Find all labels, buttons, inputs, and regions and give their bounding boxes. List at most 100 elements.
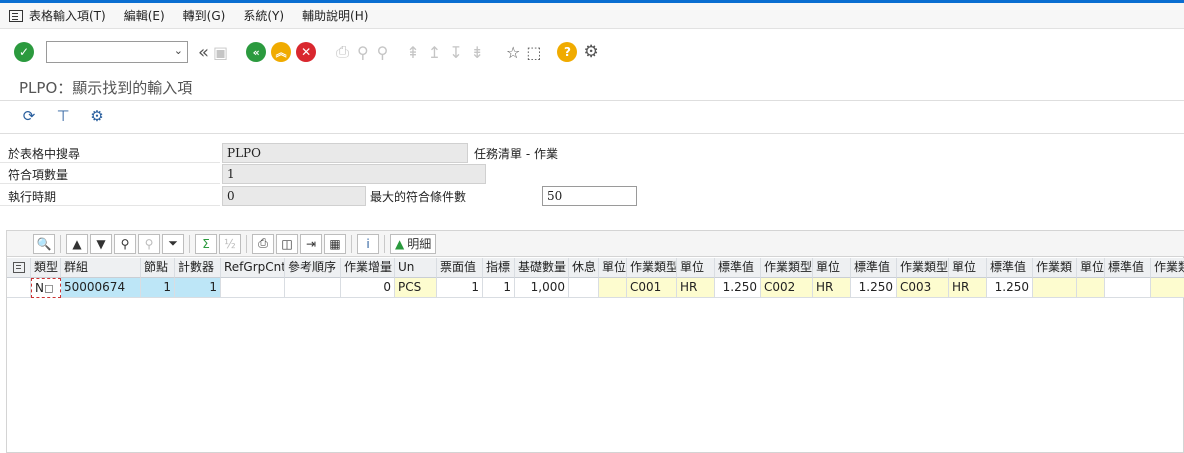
subtotal-icon[interactable]: ½: [219, 233, 241, 254]
form-row-runtime: 執行時期 0 最大的符合條件數 50: [0, 186, 1184, 206]
cancel-icon[interactable]: ✕: [296, 42, 317, 62]
column-header[interactable]: 標準值: [1105, 258, 1151, 278]
sort-descending-icon[interactable]: ▼: [90, 233, 112, 254]
standard-value-cell[interactable]: 1.250: [987, 278, 1033, 298]
unit-cell[interactable]: HR: [677, 278, 715, 298]
menu-table-entry[interactable]: 表格輸入項(T): [29, 7, 106, 24]
sort-ascending-icon[interactable]: ▲: [66, 233, 88, 254]
shortcut-icon[interactable]: ⬚: [526, 43, 541, 62]
command-field[interactable]: ⌄: [46, 41, 188, 63]
column-header[interactable]: RefGrpCntr: [221, 258, 285, 278]
print-icon[interactable]: ⎙: [336, 42, 349, 62]
column-header[interactable]: 節點: [141, 258, 175, 278]
menu-help[interactable]: 輔助說明(H): [302, 7, 368, 24]
column-header[interactable]: 指標: [483, 258, 515, 278]
exit-icon[interactable]: ︽: [271, 42, 292, 62]
column-header[interactable]: 票面值: [437, 258, 483, 278]
unit-cell[interactable]: HR: [949, 278, 987, 298]
details-icon[interactable]: 🔍: [33, 233, 55, 254]
standard-value-cell[interactable]: 1.250: [851, 278, 897, 298]
column-header[interactable]: 參考順序: [285, 258, 341, 278]
base-qty-cell[interactable]: 1,000: [515, 278, 569, 298]
column-header[interactable]: 單位: [677, 258, 715, 278]
column-header[interactable]: 基礎數量: [515, 258, 569, 278]
chevron-down-icon[interactable]: ⌄: [174, 44, 183, 57]
column-header[interactable]: 作業類: [1151, 258, 1184, 278]
node-cell[interactable]: 1: [141, 278, 175, 298]
group-cell[interactable]: 50000674: [61, 278, 141, 298]
settings-icon[interactable]: ⚙: [87, 106, 107, 126]
unit-cell[interactable]: PCS: [395, 278, 437, 298]
standard-value-cell[interactable]: 1.250: [715, 278, 761, 298]
filter-icon[interactable]: ⏷: [162, 233, 184, 254]
column-header[interactable]: 群組: [61, 258, 141, 278]
gear-icon[interactable]: ⚙: [583, 42, 598, 62]
activity-type-cell[interactable]: [1151, 278, 1184, 298]
first-page-icon[interactable]: ⇞: [406, 43, 419, 62]
column-header[interactable]: 計數器: [175, 258, 221, 278]
column-header[interactable]: 作業類: [1033, 258, 1077, 278]
next-page-icon[interactable]: ↧: [449, 43, 462, 62]
info-icon[interactable]: i: [357, 233, 379, 254]
column-header[interactable]: 作業類型: [897, 258, 949, 278]
export-icon[interactable]: ⇥: [300, 233, 322, 254]
back-icon[interactable]: «: [246, 42, 267, 62]
find-icon[interactable]: ⚲: [114, 233, 136, 254]
last-page-icon[interactable]: ⇟: [471, 43, 484, 62]
counter-cell[interactable]: 1: [175, 278, 221, 298]
column-header[interactable]: 單位: [813, 258, 851, 278]
menu-system[interactable]: 系統(Y): [243, 7, 284, 24]
activity-type-cell[interactable]: C002: [761, 278, 813, 298]
menu-icon[interactable]: [9, 9, 23, 22]
find-next-icon[interactable]: ⚲: [377, 43, 389, 62]
ref-seq-cell[interactable]: [285, 278, 341, 298]
detail-button[interactable]: ▲ 明細: [390, 233, 437, 254]
refgrpcntr-cell[interactable]: [221, 278, 285, 298]
face-value-cell[interactable]: 1: [437, 278, 483, 298]
menu-edit[interactable]: 編輯(E): [124, 7, 165, 24]
column-header[interactable]: 休息: [569, 258, 599, 278]
sum-icon[interactable]: Σ: [195, 233, 217, 254]
column-header[interactable]: 作業類型: [761, 258, 813, 278]
column-header[interactable]: 標準值: [715, 258, 761, 278]
column-header[interactable]: Un: [395, 258, 437, 278]
max-hits-input[interactable]: 50: [542, 186, 637, 206]
help-icon[interactable]: ?: [557, 42, 578, 62]
create-session-icon[interactable]: ☆: [506, 43, 520, 62]
enter-check-icon[interactable]: ✓: [14, 42, 34, 62]
standard-value-cell[interactable]: [1105, 278, 1151, 298]
column-header[interactable]: 標準值: [987, 258, 1033, 278]
find-icon[interactable]: ⚲: [357, 43, 369, 62]
refresh-icon[interactable]: ⟳: [19, 106, 39, 126]
activity-type-cell[interactable]: [1033, 278, 1077, 298]
indicator-cell[interactable]: 1: [483, 278, 515, 298]
column-header[interactable]: 單位: [1077, 258, 1105, 278]
activity-type-cell[interactable]: C003: [897, 278, 949, 298]
row-selector[interactable]: [7, 278, 31, 298]
column-header[interactable]: 類型: [31, 258, 61, 278]
column-header[interactable]: 單位: [599, 258, 627, 278]
type-cell[interactable]: N◻: [31, 278, 61, 298]
break-cell[interactable]: [569, 278, 599, 298]
collapse-command-icon[interactable]: «: [198, 42, 209, 63]
menu-goto[interactable]: 轉到(G): [183, 7, 226, 24]
op-increment-cell[interactable]: 0: [341, 278, 395, 298]
key-icon[interactable]: ⊤: [53, 106, 73, 126]
previous-page-icon[interactable]: ↥: [428, 43, 441, 62]
layout-icon[interactable]: ▦: [324, 233, 346, 254]
views-icon[interactable]: ◫: [276, 233, 298, 254]
save-icon[interactable]: ▣: [213, 43, 228, 62]
activity-type-cell[interactable]: C001: [627, 278, 677, 298]
unit-cell[interactable]: [599, 278, 627, 298]
column-header[interactable]: 單位: [949, 258, 987, 278]
unit-cell[interactable]: HR: [813, 278, 851, 298]
column-header[interactable]: 作業增量: [341, 258, 395, 278]
unit-cell[interactable]: [1077, 278, 1105, 298]
column-header[interactable]: 作業類型: [627, 258, 677, 278]
column-header[interactable]: 標準值: [851, 258, 897, 278]
table-row[interactable]: N◻ 50000674 1 1 0 PCS 1 1 1,000 C001 HR …: [7, 278, 1184, 298]
select-all-cell[interactable]: [7, 258, 31, 278]
lookup-icon[interactable]: ◻: [44, 281, 54, 295]
find-next-icon[interactable]: ⚲: [138, 233, 160, 254]
print-icon[interactable]: ⎙: [252, 233, 274, 254]
